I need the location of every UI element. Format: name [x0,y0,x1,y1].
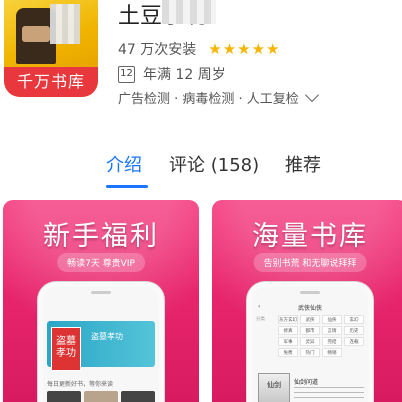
screenshot-2[interactable]: 海量书库 告别书荒 和无聊说拜拜 ‹ 武侠仙侠 分类 东方玄幻 武侠 仙侠 玄幻… [212,200,402,402]
category-cell: 修真 [278,326,298,335]
tab-recommend[interactable]: 推荐 [285,151,321,177]
category-nav-title: 武侠仙侠 [297,305,322,312]
screenshot-subtitle: 告别书荒 和无聊说拜拜 [253,253,367,272]
book-thumbnail [121,391,155,402]
app-icon-label: 千万书库 [4,67,98,97]
category-cell: 都市 [300,326,320,335]
book-cover: 盗墓 孝功 [51,327,81,371]
category-cell: 灵异 [300,337,320,346]
book-description-lines [294,387,364,402]
age-badge-icon: 12 [118,65,135,83]
book-cover-title: 盗墓 孝功 [56,336,76,359]
book-cover: 仙剑 [258,373,290,402]
icon-blurred-area [50,4,80,44]
rating-stars-icon: ★★★★★ [208,40,281,58]
install-count-row: 47 万次安装 ★★★★★ [118,39,281,59]
chevron-down-icon[interactable] [304,87,319,102]
screenshot-heading: 海量书库 [252,221,368,252]
screenshot-1[interactable]: 新手福利 畅读7天 尊贵VIP 盗墓 孝功 盗墓孝功 每日更新好书，等你来读 [3,200,199,402]
security-checks-text: 广告检测 · 病毒检测 · 人工复检 [118,92,299,107]
grid-label: 分类 [256,317,265,322]
category-grid: 分类 东方玄幻 武侠 仙侠 玄幻 修真 都市 言情 历史 军事 灵异 完结 连载… [256,315,364,357]
back-icon: ‹ [258,303,261,310]
category-cell: 热门 [300,348,320,357]
install-count: 47 万次安装 [118,42,197,58]
book-thumbnails [47,391,155,402]
active-tab-indicator [106,185,148,188]
category-cell: 武侠 [300,315,320,324]
app-icon-artwork [4,0,98,68]
category-cell: 玄幻 [344,315,364,324]
tab-intro[interactable]: 介绍 [106,151,142,177]
grid-label [256,348,276,357]
book-thumbnail [47,391,81,402]
tab-reviews[interactable]: 评论 (158) [169,151,259,177]
age-rating-text: 年满 12 周岁 [143,67,226,83]
title-blur-mask [162,0,216,24]
category-cell: 仙侠 [322,315,342,324]
category-cell: 历史 [344,326,364,335]
category-nav-bar: ‹ 武侠仙侠 [256,303,364,312]
phone-speaker [91,291,111,294]
category-cell: 东方玄幻 [278,315,298,324]
screenshot-subtitle: 畅读7天 尊贵VIP [57,253,145,272]
category-cell: 军事 [278,337,298,346]
security-checks-row[interactable]: 广告检测 · 病毒检测 · 人工复检 [118,87,319,107]
detail-tabs: 介绍 评论 (158) 推荐 [0,151,402,191]
category-cell: 言情 [322,326,342,335]
phone-mockup: ‹ 武侠仙侠 分类 东方玄幻 武侠 仙侠 玄幻 修真 都市 言情 历史 军事 灵… [247,282,373,402]
app-icon[interactable]: 千万书库 [4,0,98,97]
phone-mockup: 盗墓 孝功 盗墓孝功 每日更新好书，等你来读 [38,282,164,402]
phone-speaker [300,291,320,294]
screenshot-heading: 新手福利 [43,221,159,252]
banner-title: 盗墓孝功 [91,332,123,341]
category-cell: 连载 [344,337,364,346]
age-rating-row: 12 年满 12 周岁 [118,64,226,84]
category-cell: 完结 [322,337,342,346]
grid-label [256,326,276,335]
book-cover-title: 仙剑 [267,381,281,389]
book-thumbnail [84,391,118,402]
category-cell: 畅销 [322,348,342,357]
category-cell: 免费 [278,348,298,357]
grid-label [256,337,276,346]
book-title: 仙剑问道 [294,379,319,386]
promo-text: 每日更新好书，等你来读 [47,381,114,388]
